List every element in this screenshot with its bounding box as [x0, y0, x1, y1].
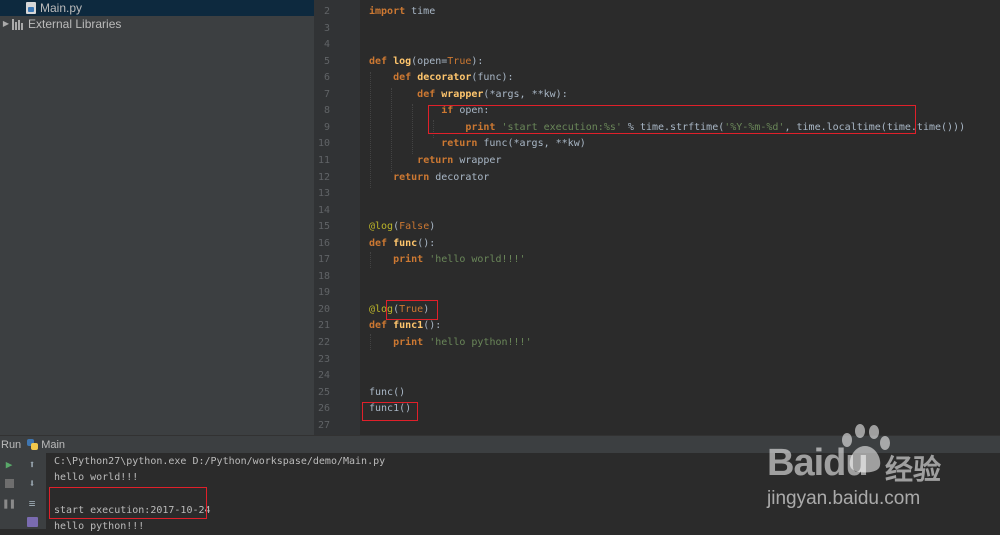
line-number: 21	[317, 320, 330, 331]
line-number-gutter: 2 3 4 5 6 7 8 9 10 11 12 13 14 15 16 17 18 19 20 21 22 23 24 25…	[314, 0, 360, 435]
python-file-icon	[26, 2, 36, 14]
line-number: 3	[323, 23, 330, 34]
console-line: hello python!!!	[54, 521, 145, 533]
tree-item-label: External Libraries	[28, 17, 122, 31]
highlight-box-log-true	[386, 300, 438, 320]
line-number: 4	[323, 39, 330, 50]
code-line[interactable]: return wrapper	[369, 153, 501, 169]
code-line[interactable]: @log(False)	[369, 219, 435, 235]
line-number: 7	[323, 89, 330, 100]
indent-guide	[391, 88, 393, 172]
stop-icon[interactable]	[1, 475, 17, 491]
scroll-up-icon[interactable]: ⬆	[24, 456, 40, 472]
line-number: 24	[317, 370, 330, 381]
code-line[interactable]: def func1():	[369, 318, 441, 334]
code-line[interactable]: return decorator	[369, 170, 489, 186]
code-line[interactable]: func()	[369, 385, 405, 401]
scroll-down-icon[interactable]: ⬇	[24, 475, 40, 491]
console-line: C:\Python27\python.exe D:/Python/workspa…	[54, 456, 386, 467]
line-number: 25	[317, 387, 330, 398]
project-tree: Main.py ▶ External Libraries	[0, 0, 315, 435]
indent-guide	[370, 252, 372, 268]
line-number: 10	[317, 138, 330, 149]
line-number: 13	[317, 188, 330, 199]
highlight-box-func1-call	[362, 402, 418, 421]
line-number: 2	[323, 6, 330, 17]
code-line[interactable]: print 'hello world!!!'	[369, 252, 525, 268]
print-icon[interactable]	[24, 514, 40, 530]
line-number: 12	[317, 172, 330, 183]
watermark-cn: 经验	[885, 453, 942, 486]
code-line[interactable]: def decorator(func):	[369, 70, 513, 86]
line-number: 17	[317, 254, 330, 265]
line-number: 6	[323, 72, 330, 83]
watermark: Baidu 经验 jingyan.baidu.com	[765, 420, 995, 520]
watermark-url: jingyan.baidu.com	[767, 488, 921, 509]
code-line[interactable]: return func(*args, **kw)	[369, 136, 586, 152]
rerun-play-icon[interactable]: ▶	[1, 456, 17, 472]
tree-item-label: Main.py	[40, 1, 83, 15]
line-number: 26	[317, 403, 330, 414]
soft-wrap-icon[interactable]: ≡	[24, 495, 40, 511]
line-number: 27	[317, 420, 330, 431]
expand-arrow-icon[interactable]: ▶	[0, 16, 12, 32]
code-line[interactable]: def func():	[369, 236, 435, 252]
line-number: 18	[317, 271, 330, 282]
line-number: 14	[317, 205, 330, 216]
line-number: 9	[323, 122, 330, 133]
line-number: 23	[317, 354, 330, 365]
console-line: hello world!!!	[54, 472, 139, 484]
run-tab-label[interactable]: Run	[1, 439, 21, 451]
indent-guide	[412, 104, 414, 154]
watermark-brand: Baidu	[767, 442, 869, 484]
line-number: 11	[317, 155, 330, 166]
line-number: 5	[323, 56, 330, 67]
line-number: 16	[317, 238, 330, 249]
pause-icon[interactable]: ❚❚	[1, 495, 17, 511]
code-editor[interactable]: import time def log(open=True): def decor…	[360, 0, 1000, 435]
indent-guide	[370, 72, 372, 188]
line-number: 22	[317, 337, 330, 348]
code-line[interactable]: def wrapper(*args, **kw):	[369, 87, 568, 103]
python-run-config-icon	[27, 439, 39, 450]
run-config-name[interactable]: Main	[41, 439, 65, 451]
library-icon	[12, 18, 23, 30]
run-toolbar: ▶ ⬆ ⬇ ❚❚ ≡	[0, 453, 46, 529]
code-line[interactable]: def log(open=True):	[369, 54, 483, 70]
highlight-box-if-open	[428, 105, 916, 134]
code-line[interactable]: print 'hello python!!!'	[369, 335, 532, 351]
code-line[interactable]: import time	[369, 4, 435, 20]
line-number: 20	[317, 304, 330, 315]
highlight-box-output	[49, 487, 207, 519]
tree-item-main-py[interactable]: Main.py	[0, 0, 314, 16]
line-number: 19	[317, 287, 330, 298]
indent-guide	[370, 334, 372, 350]
line-number: 8	[323, 105, 330, 116]
tree-item-external-libraries[interactable]: ▶ External Libraries	[0, 16, 121, 32]
line-number: 15	[317, 221, 330, 232]
